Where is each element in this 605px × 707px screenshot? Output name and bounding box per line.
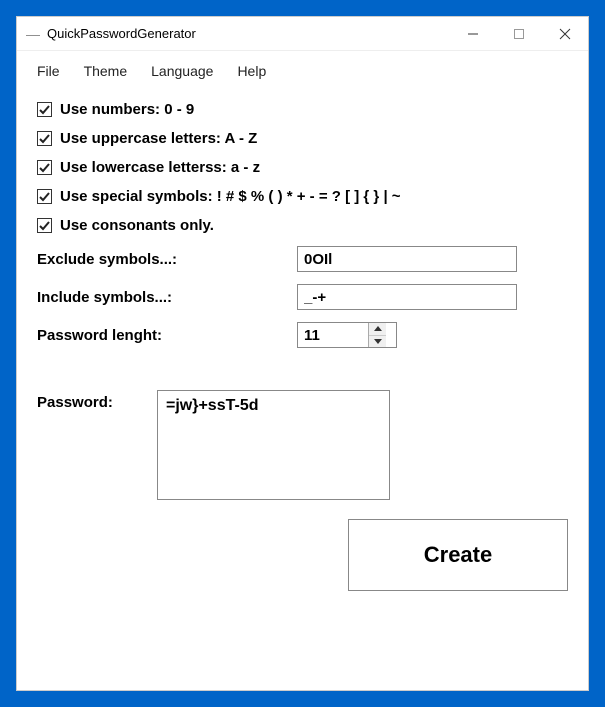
titlebar: — QuickPasswordGenerator [17, 17, 588, 51]
check-icon [39, 191, 50, 202]
label-use-special: Use special symbols: ! # $ % ( ) * + - =… [60, 188, 401, 205]
password-section: Password: =jw}+ssT-5d [37, 390, 568, 503]
checkbox-use-lowercase[interactable] [37, 160, 52, 175]
input-password-length[interactable] [298, 323, 368, 347]
app-icon: — [25, 26, 41, 42]
menubar: File Theme Language Help [17, 51, 588, 89]
label-use-consonants: Use consonants only. [60, 217, 214, 234]
checkbox-use-numbers[interactable] [37, 102, 52, 117]
label-use-uppercase: Use uppercase letters: A - Z [60, 130, 257, 147]
output-password[interactable]: =jw}+ssT-5d [157, 390, 390, 500]
option-use-uppercase: Use uppercase letters: A - Z [37, 130, 568, 147]
close-icon [559, 28, 571, 40]
check-icon [39, 162, 50, 173]
input-exclude-symbols[interactable] [297, 246, 517, 272]
row-include-symbols: Include symbols...: [37, 284, 568, 310]
checkbox-use-special[interactable] [37, 189, 52, 204]
maximize-button[interactable] [496, 17, 542, 50]
check-icon [39, 133, 50, 144]
option-use-special: Use special symbols: ! # $ % ( ) * + - =… [37, 188, 568, 205]
chevron-up-icon [374, 326, 382, 331]
row-exclude-symbols: Exclude symbols...: [37, 246, 568, 272]
chevron-down-icon [374, 339, 382, 344]
option-use-consonants: Use consonants only. [37, 217, 568, 234]
spinner-up-button[interactable] [369, 323, 386, 336]
checkbox-use-consonants[interactable] [37, 218, 52, 233]
row-password-length: Password lenght: [37, 322, 568, 348]
close-button[interactable] [542, 17, 588, 50]
create-row: Create [37, 519, 568, 591]
label-include-symbols: Include symbols...: [37, 289, 297, 306]
password-output-wrap: =jw}+ssT-5d [157, 390, 568, 503]
label-use-numbers: Use numbers: 0 - 9 [60, 101, 194, 118]
label-password: Password: [37, 390, 157, 503]
label-password-length: Password lenght: [37, 327, 297, 344]
minimize-button[interactable] [450, 17, 496, 50]
app-window: — QuickPasswordGenerator File Theme Lang… [16, 16, 589, 691]
spinner-password-length [297, 322, 397, 348]
check-icon [39, 104, 50, 115]
check-icon [39, 220, 50, 231]
menu-theme[interactable]: Theme [74, 59, 138, 83]
menu-language[interactable]: Language [141, 59, 223, 83]
label-use-lowercase: Use lowercase letterss: a - z [60, 159, 260, 176]
menu-help[interactable]: Help [227, 59, 276, 83]
option-use-numbers: Use numbers: 0 - 9 [37, 101, 568, 118]
minimize-icon [467, 28, 479, 40]
checkbox-use-uppercase[interactable] [37, 131, 52, 146]
window-controls [450, 17, 588, 50]
content: Use numbers: 0 - 9 Use uppercase letters… [17, 89, 588, 611]
input-include-symbols[interactable] [297, 284, 517, 310]
spinner-down-button[interactable] [369, 336, 386, 348]
menu-file[interactable]: File [27, 59, 70, 83]
option-use-lowercase: Use lowercase letterss: a - z [37, 159, 568, 176]
window-title: QuickPasswordGenerator [47, 26, 196, 41]
label-exclude-symbols: Exclude symbols...: [37, 251, 297, 268]
spinner-buttons [368, 323, 386, 347]
create-button[interactable]: Create [348, 519, 568, 591]
maximize-icon [513, 28, 525, 40]
